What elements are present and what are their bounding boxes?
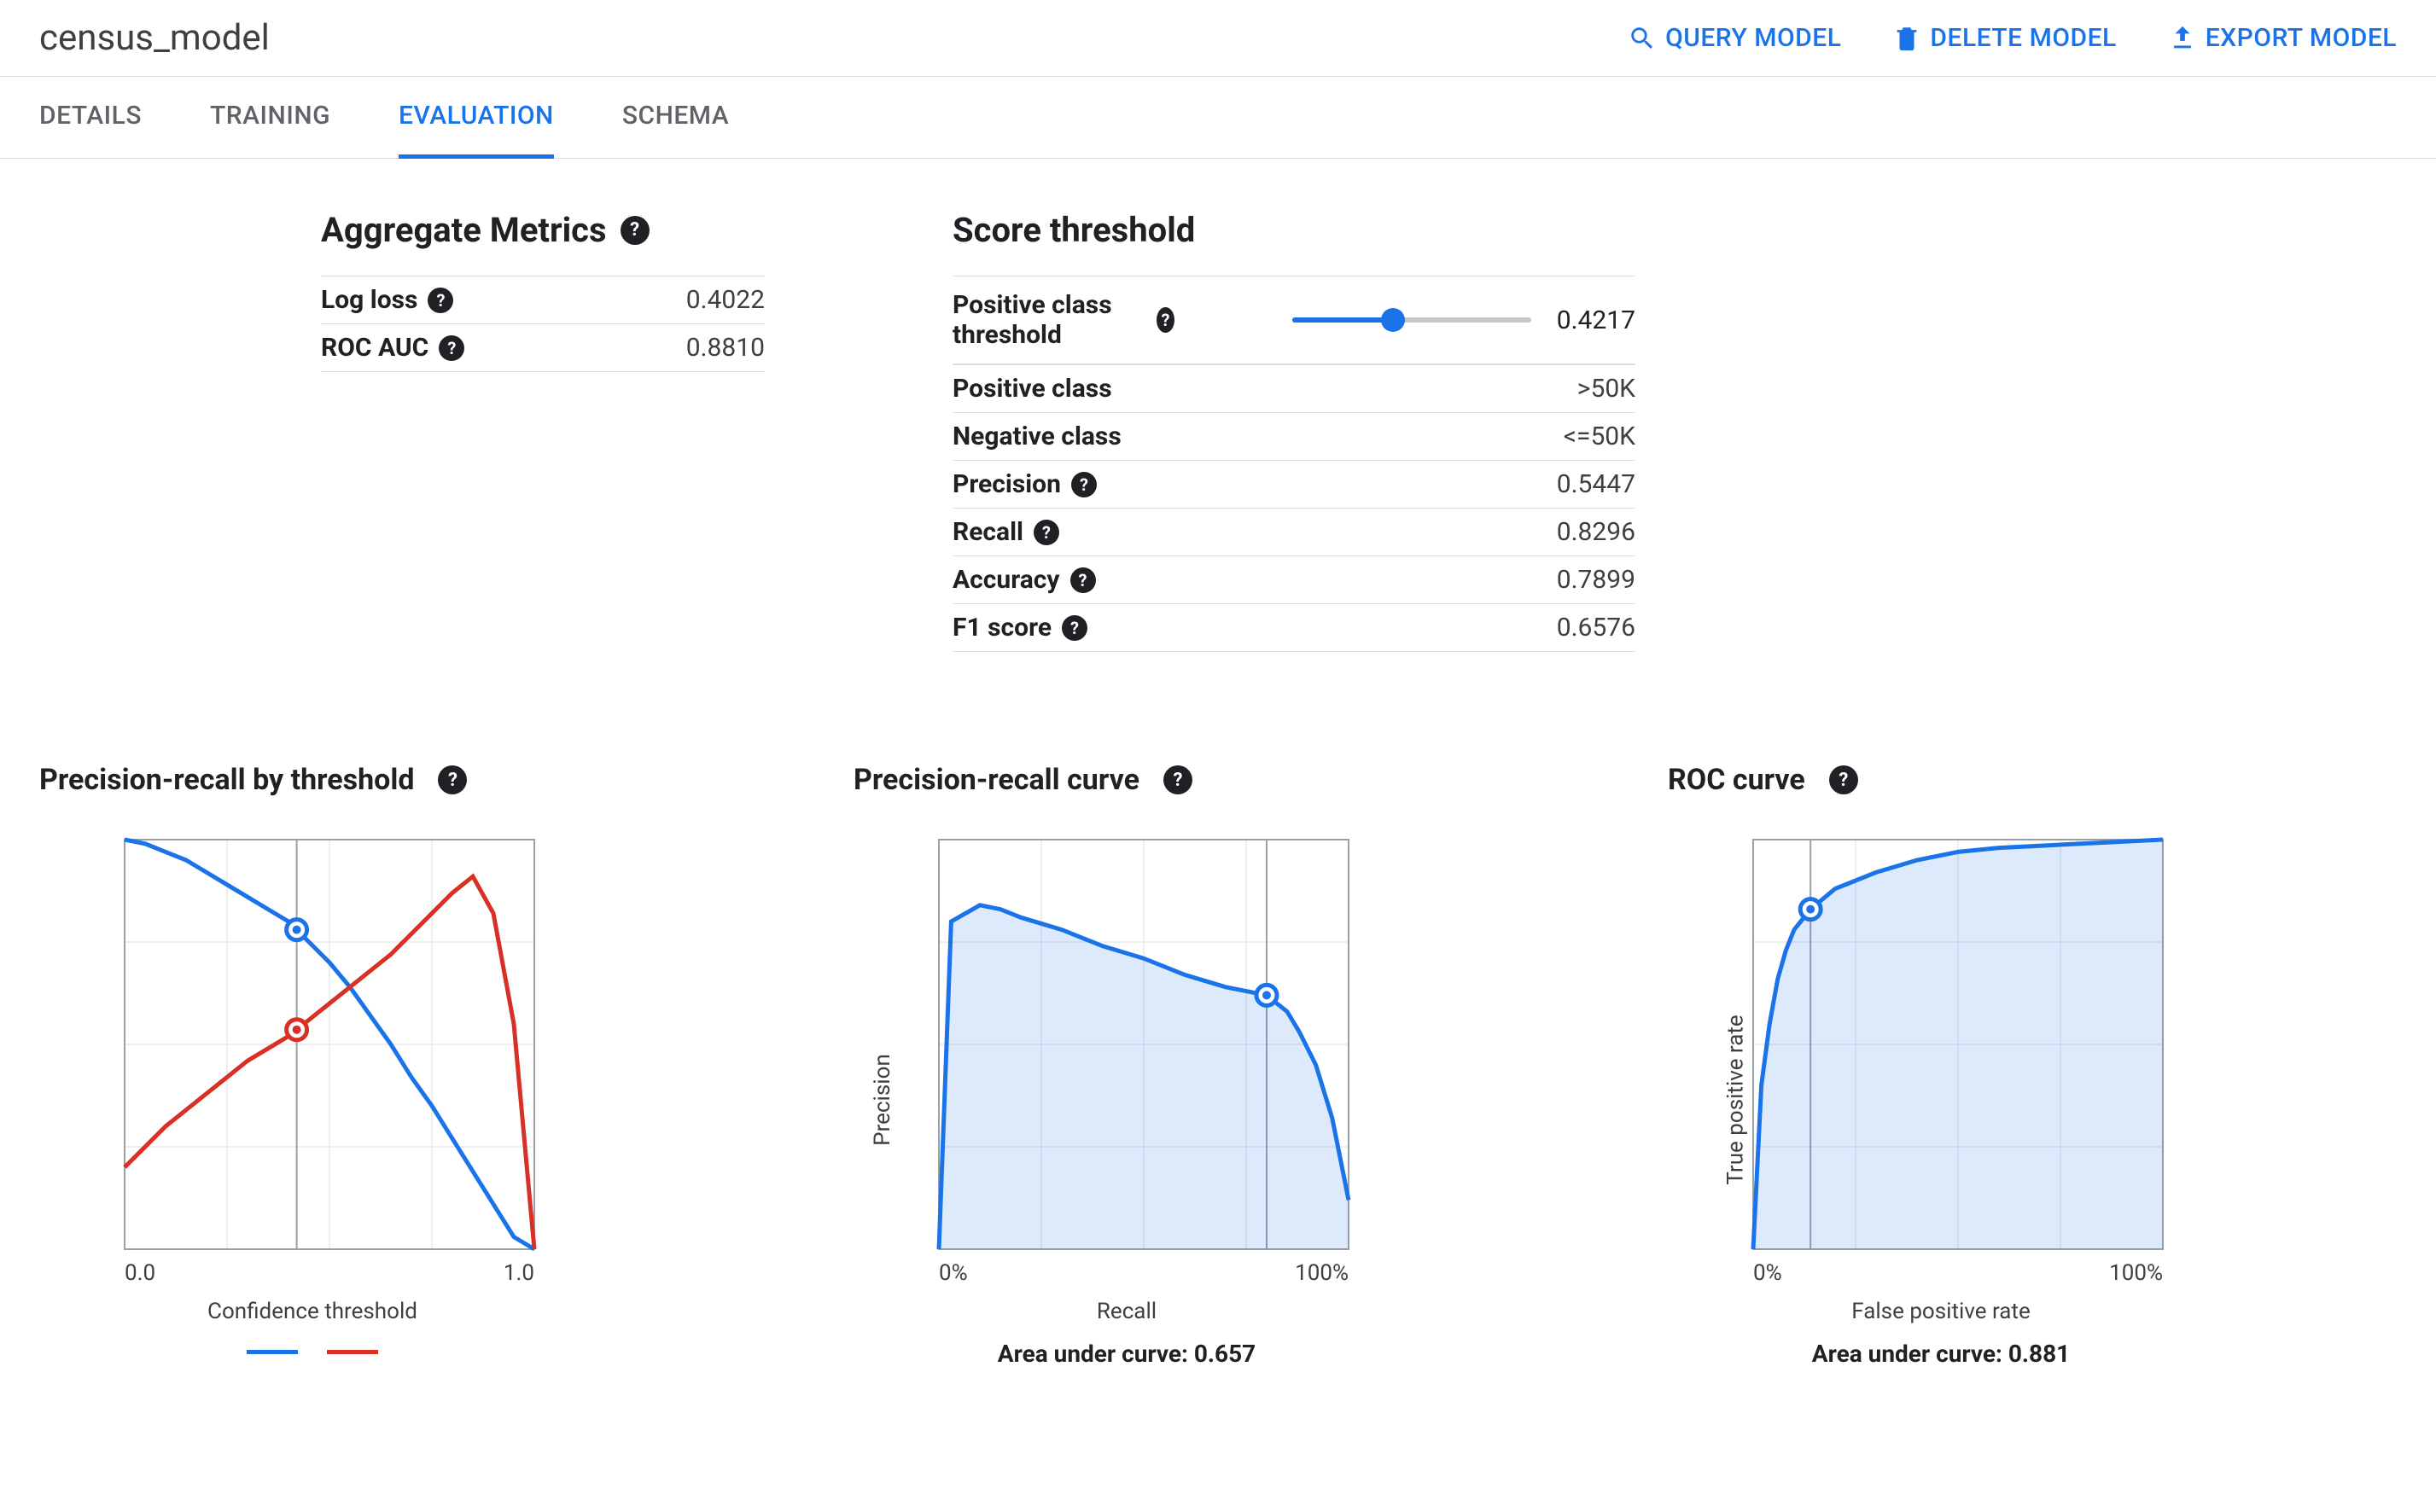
- trash-icon: [1892, 24, 1921, 53]
- metric-label: Accuracy?: [953, 565, 1096, 595]
- metric-label: Positive class: [953, 374, 1112, 404]
- metric-value: 0.6576: [1557, 613, 1635, 643]
- threshold-slider-value: 0.4217: [1557, 305, 1635, 335]
- metric-row: Recall? 0.8296: [953, 509, 1635, 556]
- metric-value: 0.8810: [686, 333, 765, 363]
- metric-row: Positive class >50K: [953, 364, 1635, 413]
- metric-label: Recall?: [953, 517, 1059, 547]
- metrics-top-row: Aggregate Metrics ? Log loss? 0.4022 ROC A…: [39, 210, 2397, 652]
- threshold-slider-row: Positive class threshold ? 0.4217: [953, 276, 1635, 364]
- metric-row: Negative class <=50K: [953, 413, 1635, 461]
- precision-legend-swatch: [247, 1350, 298, 1354]
- pr-by-threshold-title: Precision-recall by threshold ?: [39, 763, 768, 797]
- charts-row: Precision-recall by threshold ? 0.0 1.0 C…: [39, 763, 2397, 1368]
- metric-value: >50K: [1577, 374, 1635, 404]
- tab-evaluation[interactable]: EVALUATION: [399, 77, 554, 159]
- tab-schema[interactable]: SCHEMA: [622, 77, 729, 159]
- help-icon[interactable]: ?: [1062, 615, 1087, 641]
- pr-curve-xlabel: Recall: [888, 1299, 1366, 1324]
- svg-text:0%: 0%: [939, 1260, 968, 1286]
- metric-value: 0.8296: [1557, 517, 1635, 547]
- export-model-label: EXPORT MODEL: [2206, 23, 2397, 53]
- pr-curve-title: Precision-recall curve ?: [854, 763, 1582, 797]
- metric-row: F1 score? 0.6576: [953, 604, 1635, 652]
- pr-curve-auc: Area under curve: 0.657: [888, 1340, 1366, 1368]
- header-bar: census_model QUERY MODEL DELETE MODEL EX…: [0, 0, 2436, 77]
- help-icon[interactable]: ?: [621, 216, 650, 245]
- roc-curve-chart: ROC curve ? True positive rate 0% 100% Fa…: [1668, 763, 2397, 1368]
- help-icon[interactable]: ?: [1034, 520, 1059, 545]
- tabs: DETAILS TRAINING EVALUATION SCHEMA: [0, 77, 2436, 159]
- help-icon[interactable]: ?: [1071, 472, 1097, 497]
- help-icon[interactable]: ?: [1157, 307, 1174, 333]
- svg-text:0.0: 0.0: [125, 1260, 155, 1286]
- tab-details[interactable]: DETAILS: [39, 77, 142, 159]
- svg-text:1.0: 1.0: [504, 1260, 534, 1286]
- help-icon[interactable]: ?: [1070, 567, 1096, 593]
- tab-training[interactable]: TRAINING: [210, 77, 330, 159]
- pr-curve-ylabel: Precision: [870, 1054, 895, 1146]
- metric-row: Log loss? 0.4022: [321, 276, 765, 324]
- metric-label: ROC AUC?: [321, 333, 464, 363]
- svg-text:0%: 0%: [1753, 1260, 1782, 1286]
- metric-value: 0.5447: [1557, 469, 1635, 499]
- svg-text:100%: 100%: [2109, 1260, 2163, 1286]
- delete-model-label: DELETE MODEL: [1930, 23, 2116, 53]
- threshold-slider-label: Positive class threshold ?: [953, 290, 1174, 350]
- aggregate-metrics-panel: Aggregate Metrics ? Log loss? 0.4022 ROC A…: [321, 210, 765, 652]
- metric-value: <=50K: [1564, 422, 1635, 451]
- svg-text:100%: 100%: [1295, 1260, 1349, 1286]
- roc-curve-ylabel: True positive rate: [1723, 1015, 1749, 1184]
- score-threshold-title-text: Score threshold: [953, 210, 1195, 250]
- metric-row: Precision? 0.5447: [953, 461, 1635, 509]
- aggregate-metrics-title-text: Aggregate Metrics: [321, 210, 607, 250]
- roc-curve-svg: 0% 100%: [1702, 831, 2180, 1292]
- threshold-slider[interactable]: [1292, 317, 1531, 323]
- roc-curve-xlabel: False positive rate: [1702, 1299, 2180, 1324]
- search-icon: [1628, 24, 1657, 53]
- query-model-label: QUERY MODEL: [1665, 23, 1841, 53]
- metric-label: F1 score?: [953, 613, 1087, 643]
- metric-label: Negative class: [953, 422, 1122, 451]
- pr-by-threshold-xlabel: Confidence threshold: [73, 1299, 551, 1324]
- help-icon[interactable]: ?: [1163, 765, 1192, 794]
- roc-curve-title: ROC curve ?: [1668, 763, 2397, 797]
- pr-by-threshold-svg: 0.0 1.0: [73, 831, 551, 1292]
- roc-curve-auc: Area under curve: 0.881: [1702, 1340, 2180, 1368]
- help-icon[interactable]: ?: [1829, 765, 1858, 794]
- export-model-button[interactable]: EXPORT MODEL: [2168, 23, 2397, 53]
- metric-row: ROC AUC? 0.8810: [321, 324, 765, 372]
- score-threshold-title: Score threshold: [953, 210, 1635, 250]
- metric-value: 0.4022: [686, 285, 765, 315]
- evaluation-content: Aggregate Metrics ? Log loss? 0.4022 ROC A…: [0, 159, 2436, 1402]
- help-icon[interactable]: ?: [438, 765, 467, 794]
- metric-value: 0.7899: [1557, 565, 1635, 595]
- score-threshold-panel: Score threshold Positive class threshold…: [953, 210, 1635, 652]
- metric-label: Log loss?: [321, 285, 453, 315]
- metric-row: Accuracy? 0.7899: [953, 556, 1635, 604]
- export-icon: [2168, 24, 2197, 53]
- metric-label: Precision?: [953, 469, 1097, 499]
- pr-curve-chart: Precision-recall curve ? Precision 0% 100…: [854, 763, 1582, 1368]
- pr-curve-svg: 0% 100%: [888, 831, 1366, 1292]
- model-name: census_model: [39, 17, 270, 59]
- header-actions: QUERY MODEL DELETE MODEL EXPORT MODEL: [1628, 23, 2397, 53]
- query-model-button[interactable]: QUERY MODEL: [1628, 23, 1841, 53]
- help-icon[interactable]: ?: [439, 335, 464, 361]
- delete-model-button[interactable]: DELETE MODEL: [1892, 23, 2116, 53]
- pr-by-threshold-chart: Precision-recall by threshold ? 0.0 1.0 C…: [39, 763, 768, 1368]
- help-icon[interactable]: ?: [428, 288, 453, 313]
- recall-legend-swatch: [327, 1350, 378, 1354]
- aggregate-metrics-title: Aggregate Metrics ?: [321, 210, 765, 250]
